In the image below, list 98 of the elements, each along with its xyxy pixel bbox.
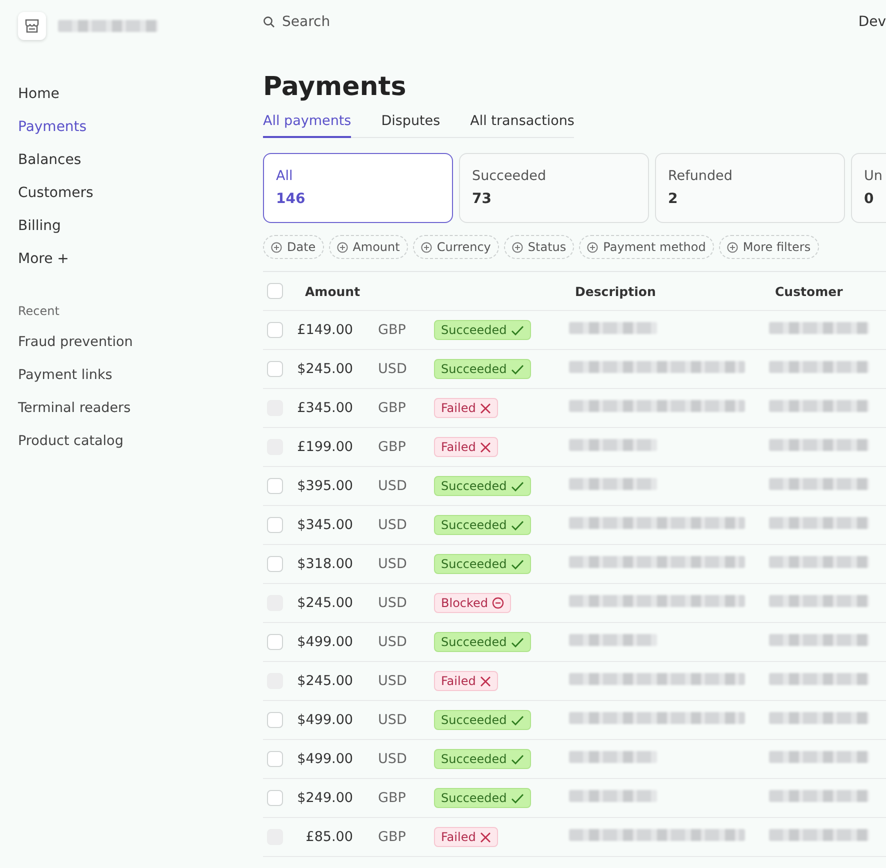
currency-cell-text: USD [377,751,408,767]
amount-cell-text: $245.00 [296,361,353,377]
row-checkbox[interactable] [267,790,283,806]
column-header: Customer [775,284,844,298]
currency-cell-text: USD [377,634,408,650]
currency-cell-text: USD [377,361,408,377]
sidebar-item[interactable]: More + [18,243,245,276]
status-badge: Failed [434,437,498,457]
row-checkbox[interactable] [267,751,283,767]
amount-cell-text: $499.00 [296,751,353,767]
currency-cell-text: USD [377,556,408,572]
amount-cell-text: £345.00 [296,400,353,416]
sidebar-item[interactable]: Balances [18,144,245,177]
row-checkbox[interactable] [267,478,283,494]
search-icon [263,16,275,28]
status-badge: Succeeded [434,554,531,574]
row-checkbox[interactable] [267,556,283,572]
summary-card[interactable]: All 146 [263,153,453,223]
amount-cell-text: $245.00 [296,595,353,611]
sidebar-item[interactable]: Customers [18,177,245,210]
status-badge: Succeeded [434,320,531,340]
recent-link[interactable]: Terminal readers [18,394,245,427]
currency-cell-text: GBP [377,322,407,338]
tab[interactable]: All transactions [470,110,574,137]
status-badge: Succeeded [434,632,531,652]
sidebar-item[interactable]: Home [18,78,245,111]
page-title: Payments [263,72,408,102]
currency-cell-text: GBP [377,439,407,455]
currency-cell-text: USD [377,712,408,728]
card-count: 2 [668,191,679,207]
recent-link[interactable]: Fraud prevention [18,328,245,361]
filter-chip[interactable]: Date [263,235,324,259]
plus-circle-icon [336,242,348,252]
amount-cell-text: $395.00 [296,478,353,494]
summary-card[interactable]: Refunded 2 [655,153,845,223]
currency-cell-text: USD [377,595,408,611]
card-count: 73 [472,191,492,207]
row-checkbox[interactable] [267,712,283,728]
filter-chip[interactable]: Payment method [579,235,714,259]
amount-cell-text: £149.00 [296,322,353,338]
currency-cell-text: USD [377,517,408,533]
currency-cell-text: USD [377,673,408,689]
filter-chip[interactable]: More filters [718,235,819,259]
row-checkbox[interactable] [267,517,283,533]
currency-cell-text: USD [377,478,408,494]
row-checkbox[interactable] [267,322,283,338]
plus-circle-icon [420,242,432,252]
sidebar-item[interactable]: Billing [18,210,245,243]
card-label: All [276,168,294,184]
currency-cell-text: GBP [377,400,407,416]
amount-cell-text: $345.00 [296,517,353,533]
amount-cell-text: $499.00 [296,712,353,728]
amount-cell-text: $249.00 [296,790,353,806]
status-badge: Succeeded [434,710,531,730]
amount-cell-text: $245.00 [296,673,353,689]
store-logo-icon [18,12,46,40]
plus-circle-icon [512,242,523,252]
recent-link[interactable]: Payment links [18,361,245,394]
tab[interactable]: All payments [263,110,352,138]
row-checkbox[interactable] [267,361,283,377]
card-label: Refunded [668,168,734,184]
amount-cell-text: $318.00 [296,556,353,572]
column-header: Amount [304,284,362,298]
summary-card[interactable]: Un 0 [851,153,886,223]
status-badge: Succeeded [434,476,531,496]
filter-chip[interactable]: Status [504,235,574,259]
status-badge: Succeeded [434,515,531,535]
recent-link[interactable]: Product catalog [18,427,245,460]
card-count: 0 [864,191,875,207]
status-badge: Failed [434,671,498,691]
status-badge: Blocked [434,593,512,613]
row-checkbox[interactable] [267,634,283,650]
plus-circle-icon [726,242,738,252]
card-label: Un [864,168,884,184]
column-header: Description [575,284,657,298]
filter-chip[interactable]: Amount [328,235,408,259]
select-all-checkbox[interactable] [267,283,283,299]
amount-cell-text: $499.00 [296,634,353,650]
amount-cell-text: £199.00 [296,439,353,455]
recent-heading: Recent [18,304,60,318]
tab[interactable]: Disputes [381,110,440,137]
status-badge: Failed [434,827,498,847]
filter-chip[interactable]: Currency [412,235,499,259]
developers-link[interactable]: Dev [858,14,886,30]
card-count: 146 [276,191,306,207]
status-badge: Succeeded [434,359,531,379]
status-badge: Succeeded [434,749,531,769]
amount-cell-text: £85.00 [304,829,353,845]
plus-circle-icon [587,242,598,252]
currency-cell-text: GBP [377,829,407,845]
plus-circle-icon [271,242,282,252]
status-badge: Succeeded [434,788,531,808]
sidebar-item[interactable]: Payments [18,111,245,144]
status-badge: Failed [434,398,498,418]
currency-cell-text: GBP [377,790,407,806]
card-label: Succeeded [472,168,548,184]
summary-card[interactable]: Succeeded 73 [459,153,649,223]
search-field[interactable]: Search [263,14,330,30]
